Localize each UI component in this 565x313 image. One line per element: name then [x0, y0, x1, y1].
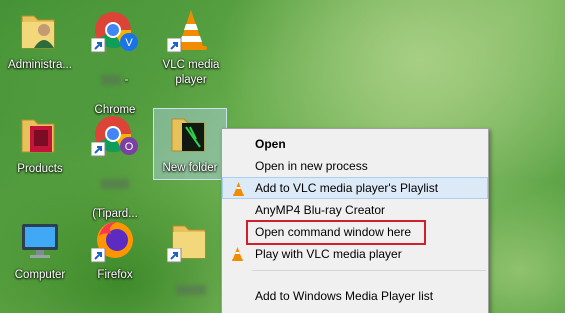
desktop-icon-label: Firefox [97, 269, 133, 281]
menu-item-add-wmp-list[interactable]: Add to Windows Media Player list [222, 285, 488, 307]
vlc-cone-icon [232, 247, 243, 261]
desktop-icon-new-folder[interactable]: New folder [153, 108, 227, 180]
desktop-icon-label: New folder [162, 162, 218, 174]
menu-separator [252, 270, 486, 271]
context-menu: Open Open in new process Add to VLC medi… [221, 128, 489, 313]
profile-badge-v: V [125, 37, 133, 49]
profile-badge-o: O [125, 141, 134, 153]
desktop-icon-chrome[interactable]: V - Chrome [75, 6, 155, 118]
blurred-text [101, 74, 122, 85]
blurred-text [101, 178, 129, 189]
user-folder-icon [16, 6, 64, 54]
vlc-cone-icon [233, 182, 244, 196]
menu-item-anymp4-bluray[interactable]: AnyMP4 Blu-ray Creator [222, 199, 488, 221]
menu-item-label: Play with VLC media player [255, 247, 402, 261]
desktop-icon-partial[interactable] [151, 216, 231, 298]
products-folder-icon [16, 110, 64, 158]
vlc-cone-icon [167, 6, 215, 54]
desktop-icon-chrome-tipard[interactable]: O (Tipard... [75, 110, 155, 222]
menu-item-play-vlc[interactable]: Play with VLC media player [222, 243, 488, 265]
desktop-icon-label: Products [17, 163, 63, 175]
chrome-icon: V [91, 6, 139, 54]
desktop-icon-label: Administra... [8, 59, 72, 71]
shortcut-arrow-icon [91, 38, 106, 53]
chrome-icon: O [91, 110, 139, 158]
menu-item-open-command-window[interactable]: Open command window here [222, 221, 488, 243]
shortcut-arrow-icon [91, 248, 106, 263]
desktop-icon-label: VLC media player [162, 59, 220, 86]
menu-item-add-vlc-playlist[interactable]: Add to VLC media player's Playlist [222, 177, 488, 199]
desktop-icon-computer[interactable]: Computer [0, 216, 80, 283]
desktop-icon-label: (Tipard... [92, 162, 138, 222]
shortcut-arrow-icon [91, 142, 106, 157]
menu-item-label: Open command window here [255, 225, 412, 239]
menu-item-label: Add to Windows Media Player list [255, 289, 434, 303]
menu-gap [222, 276, 488, 285]
menu-item-open-new-process[interactable]: Open in new process [222, 155, 488, 177]
desktop-icon-firefox[interactable]: Firefox [75, 216, 155, 283]
folder-icon [167, 216, 215, 264]
computer-monitor-icon [16, 216, 64, 264]
desktop-icon-products[interactable]: Products [0, 110, 80, 177]
folder-icon [166, 109, 214, 157]
firefox-icon [91, 216, 139, 264]
desktop-icon-vlc[interactable]: VLC media player [151, 6, 231, 88]
desktop-icon-label: - Chrome [94, 74, 136, 116]
shortcut-arrow-icon [167, 248, 182, 263]
menu-item-label: Open [255, 137, 286, 151]
menu-item-label: Add to VLC media player's Playlist [255, 181, 439, 195]
desktop-icon-label: Computer [14, 269, 66, 281]
blurred-text [176, 284, 206, 295]
menu-item-label: AnyMP4 Blu-ray Creator [255, 203, 386, 217]
shortcut-arrow-icon [167, 38, 182, 53]
menu-item-open[interactable]: Open [222, 133, 488, 155]
desktop-icon-label [176, 268, 206, 298]
desktop-icon-administrator[interactable]: Administra... [0, 6, 80, 73]
menu-item-label: Open in new process [255, 159, 368, 173]
